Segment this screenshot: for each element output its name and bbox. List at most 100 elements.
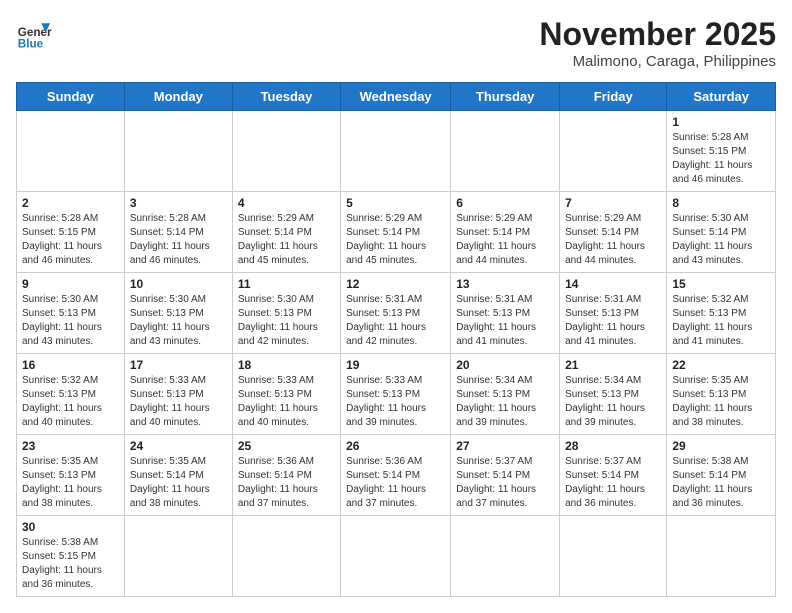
calendar-cell: 12Sunrise: 5:31 AM Sunset: 5:13 PM Dayli… [341, 273, 451, 354]
calendar-cell: 14Sunrise: 5:31 AM Sunset: 5:13 PM Dayli… [560, 273, 667, 354]
calendar-cell: 17Sunrise: 5:33 AM Sunset: 5:13 PM Dayli… [124, 354, 232, 435]
calendar-cell [560, 111, 667, 192]
day-info: Sunrise: 5:29 AM Sunset: 5:14 PM Dayligh… [238, 212, 335, 268]
day-number: 20 [456, 358, 554, 372]
day-number: 4 [238, 196, 335, 210]
day-info: Sunrise: 5:28 AM Sunset: 5:15 PM Dayligh… [22, 212, 119, 268]
day-info: Sunrise: 5:28 AM Sunset: 5:14 PM Dayligh… [130, 212, 227, 268]
weekday-header-wednesday: Wednesday [341, 83, 451, 111]
weekday-row: SundayMondayTuesdayWednesdayThursdayFrid… [17, 83, 776, 111]
calendar-header: SundayMondayTuesdayWednesdayThursdayFrid… [17, 83, 776, 111]
calendar-cell [667, 516, 776, 597]
day-number: 26 [346, 439, 445, 453]
day-number: 6 [456, 196, 554, 210]
day-number: 29 [672, 439, 770, 453]
day-info: Sunrise: 5:36 AM Sunset: 5:14 PM Dayligh… [346, 455, 445, 511]
calendar-subtitle: Malimono, Caraga, Philippines [539, 53, 776, 70]
calendar-cell: 18 Sunrise: 5:33 AM Sunset: 5:13 PM Dayli… [232, 354, 340, 435]
day-number: 16 [22, 358, 119, 372]
title-area: November 2025 Malimono, Caraga, Philippi… [539, 16, 776, 70]
day-number: 27 [456, 439, 554, 453]
day-info: Sunrise: 5:32 AM Sunset: 5:13 PM Dayligh… [672, 293, 770, 349]
calendar-cell: 19 Sunrise: 5:33 AM Sunset: 5:13 PM Dayli… [341, 354, 451, 435]
calendar-cell: 16Sunrise: 5:32 AM Sunset: 5:13 PM Dayli… [17, 354, 125, 435]
day-info: Sunrise: 5:30 AM Sunset: 5:14 PM Dayligh… [672, 212, 770, 268]
day-number: 19 [346, 358, 445, 372]
logo-icon: General Blue [16, 16, 52, 52]
day-info: Sunrise: 5:35 AM Sunset: 5:13 PM Dayligh… [672, 374, 770, 430]
page-header: General Blue November 2025 Malimono, Car… [16, 16, 776, 70]
day-info: Sunrise: 5:33 AM Sunset: 5:13 PM Dayligh… [238, 374, 335, 430]
weekday-header-sunday: Sunday [17, 83, 125, 111]
day-number: 5 [346, 196, 445, 210]
day-number: 18 [238, 358, 335, 372]
day-info: Sunrise: 5:31 AM Sunset: 5:13 PM Dayligh… [565, 293, 661, 349]
logo: General Blue [16, 16, 52, 52]
day-number: 21 [565, 358, 661, 372]
calendar-cell [124, 111, 232, 192]
calendar-cell [451, 516, 560, 597]
calendar-cell [124, 516, 232, 597]
calendar-body: 1Sunrise: 5:28 AM Sunset: 5:15 PM Daylig… [17, 111, 776, 597]
day-info: Sunrise: 5:38 AM Sunset: 5:14 PM Dayligh… [672, 455, 770, 511]
day-number: 3 [130, 196, 227, 210]
calendar-cell: 13 Sunrise: 5:31 AM Sunset: 5:13 PM Dayli… [451, 273, 560, 354]
day-info: Sunrise: 5:29 AM Sunset: 5:14 PM Dayligh… [456, 212, 554, 268]
calendar-cell: 11 Sunrise: 5:30 AM Sunset: 5:13 PM Dayli… [232, 273, 340, 354]
calendar-cell: 25 Sunrise: 5:36 AM Sunset: 5:14 PM Dayli… [232, 435, 340, 516]
calendar-cell [232, 111, 340, 192]
calendar-cell: 21Sunrise: 5:34 AM Sunset: 5:13 PM Dayli… [560, 354, 667, 435]
calendar-week-6: 30Sunrise: 5:38 AM Sunset: 5:15 PM Dayli… [17, 516, 776, 597]
weekday-header-thursday: Thursday [451, 83, 560, 111]
day-number: 25 [238, 439, 335, 453]
calendar-week-2: 2 Sunrise: 5:28 AM Sunset: 5:15 PM Daylig… [17, 192, 776, 273]
svg-text:Blue: Blue [18, 38, 44, 51]
calendar-cell: 6 Sunrise: 5:29 AM Sunset: 5:14 PM Daylig… [451, 192, 560, 273]
day-info: Sunrise: 5:30 AM Sunset: 5:13 PM Dayligh… [238, 293, 335, 349]
weekday-header-saturday: Saturday [667, 83, 776, 111]
calendar-cell [560, 516, 667, 597]
day-info: Sunrise: 5:37 AM Sunset: 5:14 PM Dayligh… [565, 455, 661, 511]
day-info: Sunrise: 5:34 AM Sunset: 5:13 PM Dayligh… [456, 374, 554, 430]
day-number: 12 [346, 277, 445, 291]
calendar-cell: 4 Sunrise: 5:29 AM Sunset: 5:14 PM Daylig… [232, 192, 340, 273]
weekday-header-friday: Friday [560, 83, 667, 111]
calendar-cell [341, 111, 451, 192]
day-info: Sunrise: 5:35 AM Sunset: 5:13 PM Dayligh… [22, 455, 119, 511]
day-number: 7 [565, 196, 661, 210]
calendar-title: November 2025 [539, 16, 776, 53]
day-number: 2 [22, 196, 119, 210]
calendar-week-5: 23 Sunrise: 5:35 AM Sunset: 5:13 PM Dayli… [17, 435, 776, 516]
day-info: Sunrise: 5:33 AM Sunset: 5:13 PM Dayligh… [346, 374, 445, 430]
calendar-cell: 1Sunrise: 5:28 AM Sunset: 5:15 PM Daylig… [667, 111, 776, 192]
day-number: 11 [238, 277, 335, 291]
day-number: 10 [130, 277, 227, 291]
day-number: 15 [672, 277, 770, 291]
calendar-cell: 29 Sunrise: 5:38 AM Sunset: 5:14 PM Dayli… [667, 435, 776, 516]
calendar-cell: 24 Sunrise: 5:35 AM Sunset: 5:14 PM Dayli… [124, 435, 232, 516]
day-number: 24 [130, 439, 227, 453]
calendar-cell [17, 111, 125, 192]
calendar-cell: 8Sunrise: 5:30 AM Sunset: 5:14 PM Daylig… [667, 192, 776, 273]
day-info: Sunrise: 5:35 AM Sunset: 5:14 PM Dayligh… [130, 455, 227, 511]
day-number: 13 [456, 277, 554, 291]
day-number: 23 [22, 439, 119, 453]
calendar-cell: 5Sunrise: 5:29 AM Sunset: 5:14 PM Daylig… [341, 192, 451, 273]
calendar-cell: 20 Sunrise: 5:34 AM Sunset: 5:13 PM Dayli… [451, 354, 560, 435]
day-info: Sunrise: 5:31 AM Sunset: 5:13 PM Dayligh… [456, 293, 554, 349]
calendar-cell: 10Sunrise: 5:30 AM Sunset: 5:13 PM Dayli… [124, 273, 232, 354]
calendar-cell: 30Sunrise: 5:38 AM Sunset: 5:15 PM Dayli… [17, 516, 125, 597]
weekday-header-monday: Monday [124, 83, 232, 111]
day-number: 9 [22, 277, 119, 291]
day-info: Sunrise: 5:36 AM Sunset: 5:14 PM Dayligh… [238, 455, 335, 511]
calendar-week-4: 16Sunrise: 5:32 AM Sunset: 5:13 PM Dayli… [17, 354, 776, 435]
calendar-cell: 3 Sunrise: 5:28 AM Sunset: 5:14 PM Daylig… [124, 192, 232, 273]
day-info: Sunrise: 5:30 AM Sunset: 5:13 PM Dayligh… [22, 293, 119, 349]
calendar-cell: 9 Sunrise: 5:30 AM Sunset: 5:13 PM Daylig… [17, 273, 125, 354]
calendar-cell [451, 111, 560, 192]
calendar-cell: 26 Sunrise: 5:36 AM Sunset: 5:14 PM Dayli… [341, 435, 451, 516]
day-number: 17 [130, 358, 227, 372]
calendar-cell: 7Sunrise: 5:29 AM Sunset: 5:14 PM Daylig… [560, 192, 667, 273]
weekday-header-tuesday: Tuesday [232, 83, 340, 111]
calendar-cell: 2 Sunrise: 5:28 AM Sunset: 5:15 PM Daylig… [17, 192, 125, 273]
